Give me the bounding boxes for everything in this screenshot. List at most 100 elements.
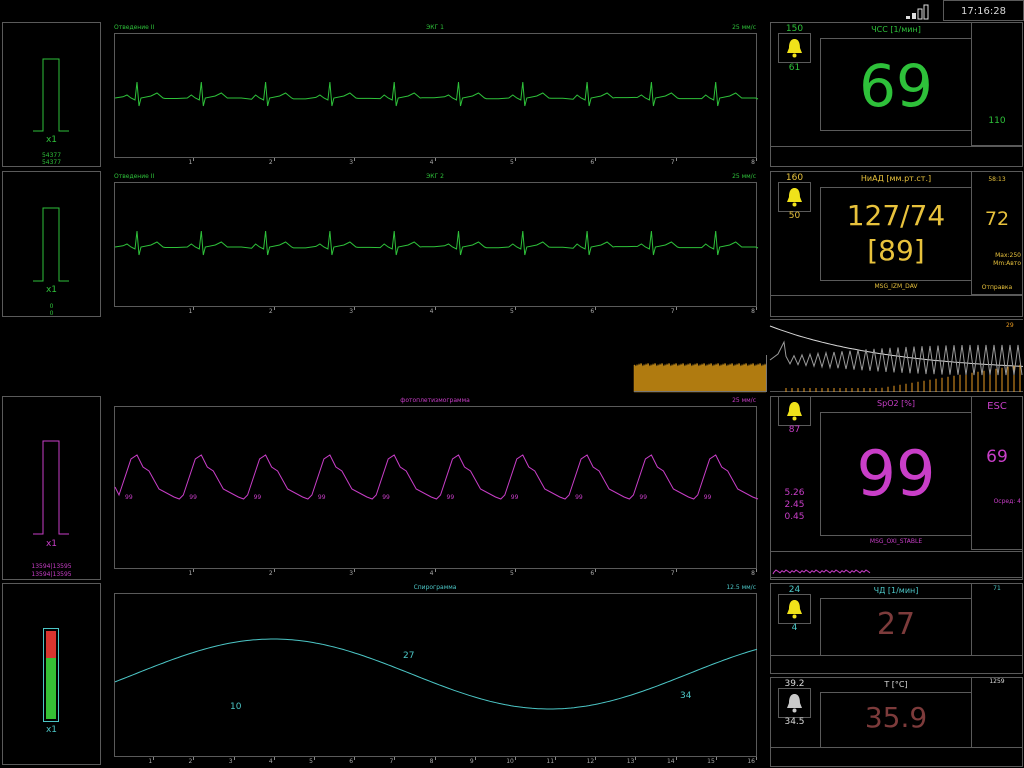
axis-tick [595,158,597,161]
axis-tick-label: 3 [349,570,354,577]
pleth-peak-label: 99 [447,494,455,501]
pleth-calibration-pulse [33,440,69,535]
spo2-perf-3: 0.45 [784,512,805,522]
spo2-alarm-low: 87 [788,425,801,435]
spo2-esc-button[interactable]: ESC [972,402,1022,412]
axis-tick-label: 4 [268,758,273,765]
bell-icon[interactable] [785,401,804,421]
resp-level-green [46,658,56,719]
axis-tick-label: 6 [349,758,354,765]
resp-time-axis: 1 2 3 4 5 6 7 8 9 10 11 12 13 14 15 16 [114,757,757,767]
ecg1-gain[interactable]: x1 [3,136,100,145]
signal-strength-icon [906,3,932,20]
ecg1-speed[interactable]: 25 мм/с [716,25,756,31]
resp-breath-label: 34 [680,691,692,701]
nibp-mode: Mm:Авто [993,260,1021,267]
axis-tick-label: 10 [506,758,514,765]
pleth-peak-label: 99 [511,494,519,501]
pleth-counter-2: 13594|13595 [31,571,72,578]
temp-aux-box [971,677,1023,748]
pleth-peak-label: 99 [575,494,583,501]
ecg2-time-axis: 1 2 3 4 5 6 7 8 [114,307,757,317]
clock-text: 17:16:28 [961,6,1006,17]
axis-tick-label: 5 [510,570,514,577]
hr-aux-box [971,22,1023,146]
axis-tick-label: 3 [349,308,354,315]
ecg2-scale-panel[interactable]: x1 0 0 [2,171,101,317]
axis-tick [595,569,597,572]
spo2-message: MSG_OXI_STABLE [869,538,923,545]
nibp-spectrum-bar [633,355,767,393]
ecg1-calibration-pulse [33,58,69,132]
axis-tick [434,158,436,161]
resp-breath-label: 10 [230,702,242,712]
nibp-alarm-low: 50 [788,211,801,221]
pleth-waveform-area: 99 99 99 99 99 99 99 99 99 99 [114,406,759,569]
axis-tick [514,757,516,760]
resp-wave-speed[interactable]: 12.5 мм/с [706,585,756,591]
axis-tick [756,158,757,161]
ecg2-gain[interactable]: x1 [3,286,100,295]
temp-value[interactable]: 35.9 [821,704,971,732]
axis-tick [756,307,757,310]
hr-alarm-high: 150 [785,24,804,34]
nibp-timer: 58:13 [988,176,1006,183]
nibp-oscillogram-label: 29 [1006,322,1014,329]
ecg1-lead[interactable]: Отведение II [114,25,154,31]
pleth-peak-label: 99 [125,494,133,501]
axis-tick [474,757,476,760]
bell-icon[interactable] [785,599,804,619]
pleth-gain[interactable]: x1 [3,540,100,549]
axis-tick [193,158,195,161]
axis-tick-label: 5 [309,758,313,765]
axis-tick-label: 7 [670,308,675,315]
ecg1-scale-panel[interactable]: x1 54377 54377 [2,22,101,167]
axis-tick [675,569,677,572]
axis-tick-label: 6 [590,570,595,577]
ecg2-lead[interactable]: Отведение II [114,174,154,180]
nibp-status[interactable]: Отправка [972,285,1022,291]
axis-tick [313,757,315,760]
spo2-trend-strip [770,551,1023,578]
temp-footer [770,747,1023,767]
axis-tick [555,757,557,760]
rr-aux: 71 [993,585,1001,592]
resp-level-red [46,631,56,658]
axis-tick-label: 8 [751,308,755,315]
hr-footer [770,146,1023,167]
axis-tick-label: 6 [590,308,595,315]
axis-tick [273,158,275,161]
axis-tick [514,307,516,310]
clock-display: 17:16:28 [943,0,1024,21]
axis-tick [354,307,356,310]
axis-tick-label: 4 [429,570,434,577]
axis-tick-label: 3 [349,159,354,166]
resp-breath-label: 27 [403,651,414,661]
resp-waveform: 10 27 34 [114,638,758,712]
rr-alarm-high: 24 [788,585,801,595]
axis-tick-label: 7 [670,159,675,166]
ecg2-calibration-pulse [33,207,69,282]
axis-tick-label: 14 [666,758,675,765]
pleth-scale-panel[interactable]: x1 13594|13595 13594|13595 [2,396,101,580]
bell-icon[interactable] [785,38,804,58]
pleth-peak-label: 99 [382,494,390,501]
axis-tick [193,569,195,572]
axis-tick [675,757,677,760]
axis-tick [273,757,275,760]
axis-tick [233,757,235,760]
pleth-title: фотоплетизмограмма [400,397,470,404]
hr-value[interactable]: 69 [821,57,971,115]
ecg2-speed[interactable]: 25 мм/с [716,174,756,180]
bell-icon[interactable] [785,187,804,207]
pleth-peak-label: 99 [639,494,647,501]
bell-icon[interactable] [785,693,804,713]
pleth-speed[interactable]: 25 мм/с [716,398,756,404]
resp-scale-panel[interactable]: x1 [2,583,101,765]
spo2-value[interactable]: 99 [821,443,971,505]
resp-wave-title: Спирограмма [413,584,457,591]
nibp-alarm-high: 160 [785,173,804,183]
resp-gain[interactable]: x1 [3,726,100,735]
nibp-value[interactable]: 127/74 [821,202,971,230]
rr-value[interactable]: 27 [821,610,971,640]
